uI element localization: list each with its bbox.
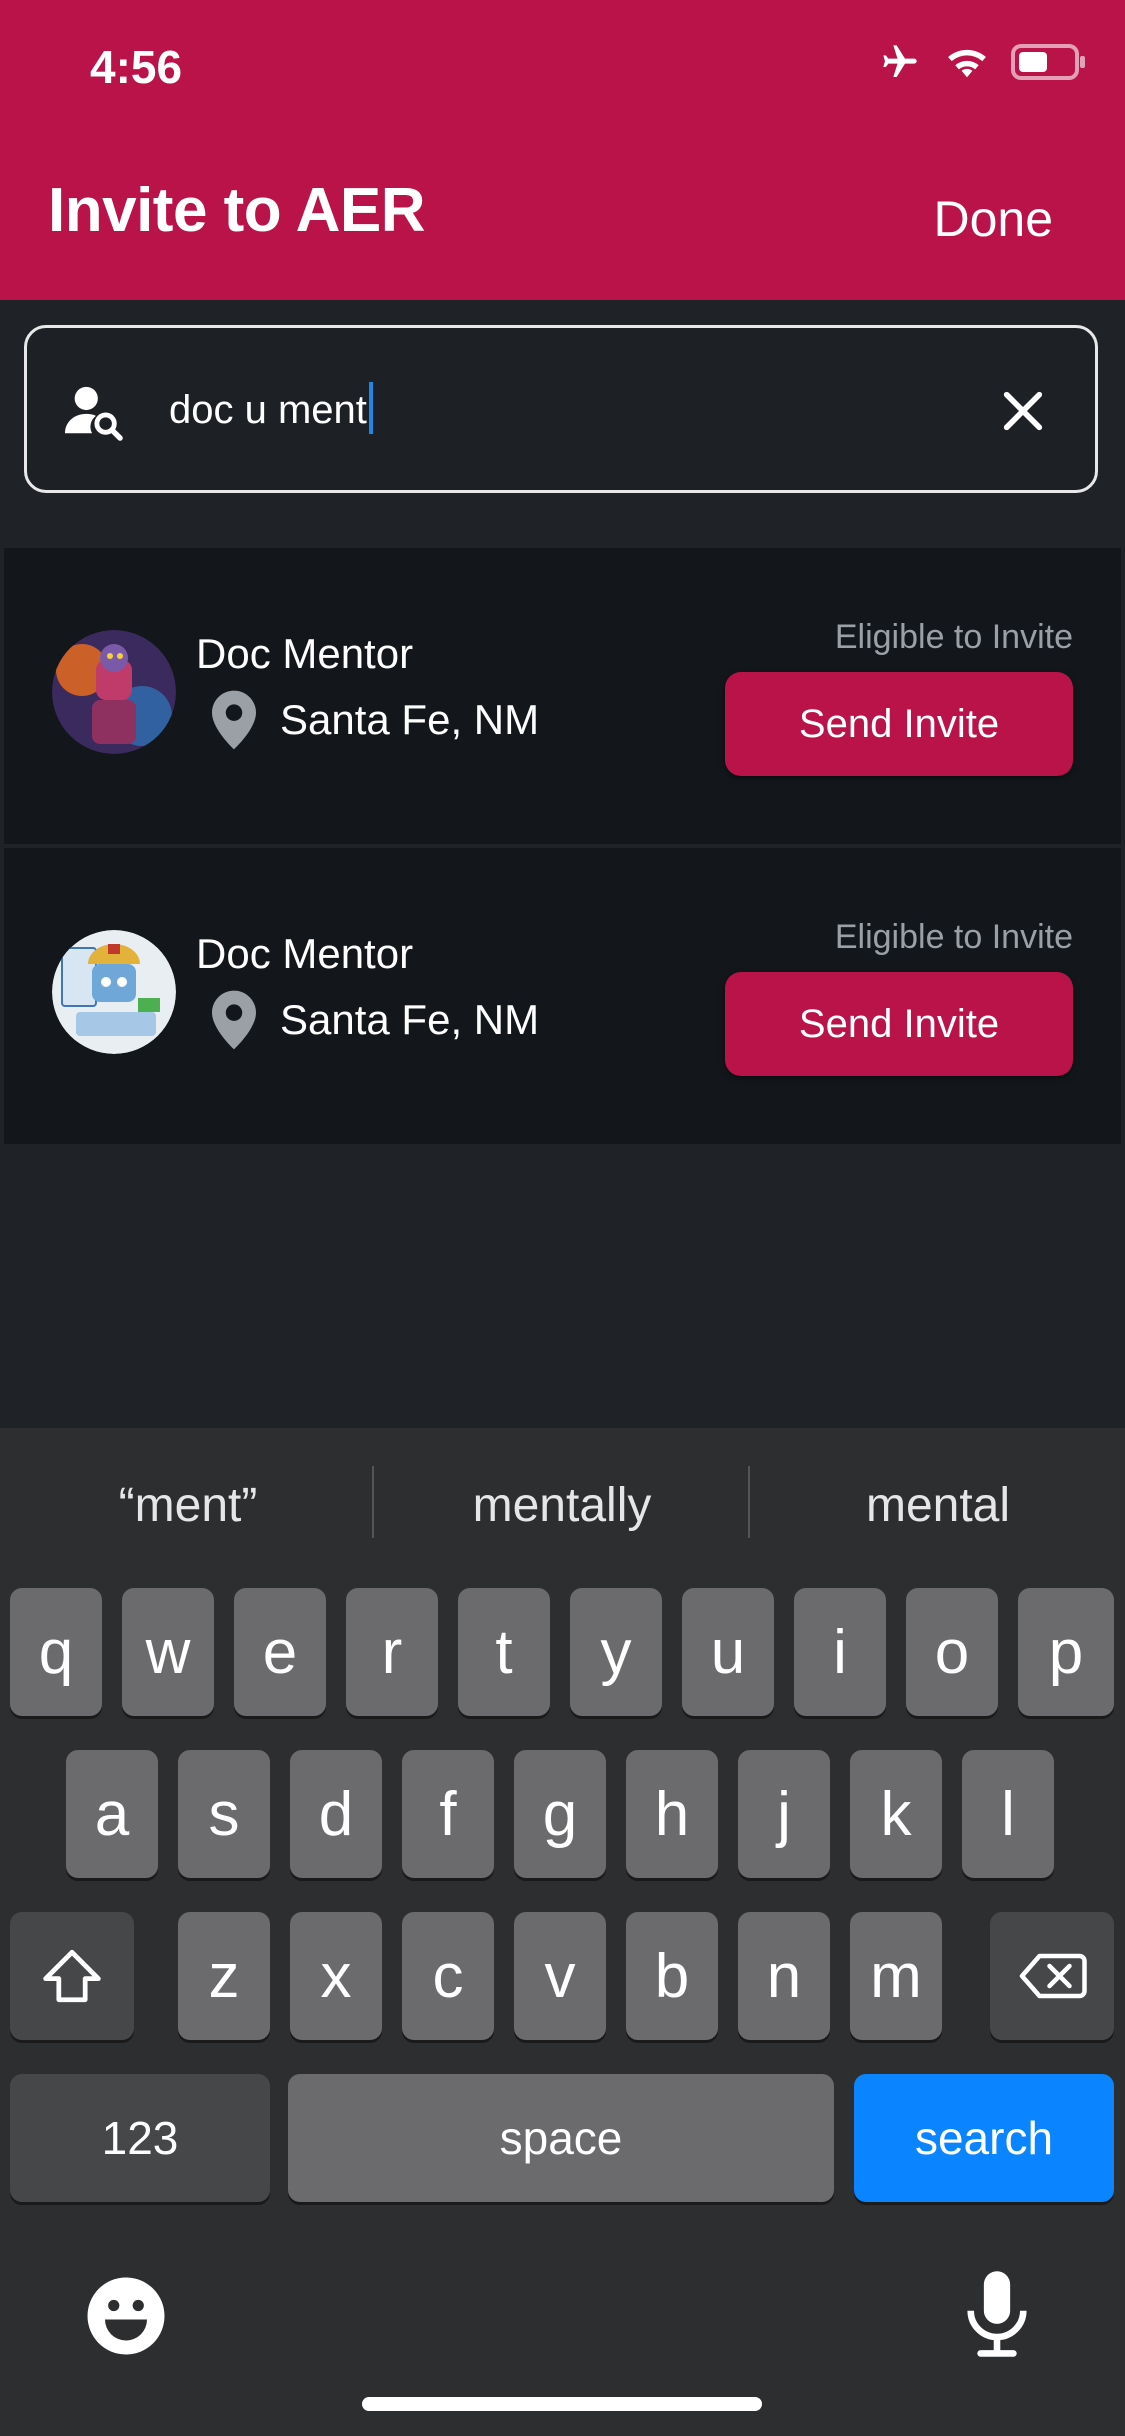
key-n[interactable]: n xyxy=(738,1912,830,2040)
key-f[interactable]: f xyxy=(402,1750,494,1878)
numbers-key[interactable]: 123 xyxy=(10,2074,270,2202)
search-value: doc u ment xyxy=(169,382,373,435)
suggestion-2[interactable]: mentally xyxy=(382,1478,742,1533)
key-k[interactable]: k xyxy=(850,1750,942,1878)
result-name: Doc Mentor xyxy=(196,930,414,977)
microphone-icon[interactable] xyxy=(962,2268,1032,2360)
list-item[interactable]: Doc Mentor Santa Fe, NM Eligible to Invi… xyxy=(4,548,1121,844)
wifi-icon xyxy=(948,49,986,78)
shift-icon xyxy=(43,1949,101,2003)
suggestion-3[interactable]: mental xyxy=(758,1478,1118,1533)
battery-icon xyxy=(1011,44,1085,80)
key-v[interactable]: v xyxy=(514,1912,606,2040)
location-pin-icon xyxy=(212,690,256,750)
emoji-icon[interactable] xyxy=(84,2274,168,2358)
key-s[interactable]: s xyxy=(178,1750,270,1878)
suggestion-divider xyxy=(372,1466,374,1538)
key-x[interactable]: x xyxy=(290,1912,382,2040)
space-key[interactable]: space xyxy=(288,2074,834,2202)
result-name: Doc Mentor xyxy=(196,630,414,677)
suggestion-1[interactable]: “ment” xyxy=(8,1478,368,1533)
status-time: 4:56 xyxy=(90,41,183,93)
text-caret xyxy=(368,382,373,435)
key-b[interactable]: b xyxy=(626,1912,718,2040)
key-t[interactable]: t xyxy=(458,1588,550,1716)
airplane-icon xyxy=(883,45,917,77)
key-w[interactable]: w xyxy=(122,1588,214,1716)
backspace-icon xyxy=(1019,1953,1087,1999)
eligibility-status: Eligible to Invite xyxy=(834,918,1073,956)
key-y[interactable]: y xyxy=(570,1588,662,1716)
key-e[interactable]: e xyxy=(234,1588,326,1716)
key-h[interactable]: h xyxy=(626,1750,718,1878)
key-i[interactable]: i xyxy=(794,1588,886,1716)
list-item[interactable]: Doc Mentor Santa Fe, NM Eligible to Invi… xyxy=(4,848,1121,1144)
home-indicator[interactable] xyxy=(362,2397,762,2411)
key-q[interactable]: q xyxy=(10,1588,102,1716)
result-location: Santa Fe, NM xyxy=(280,996,540,1043)
key-c[interactable]: c xyxy=(402,1912,494,2040)
shift-key[interactable] xyxy=(10,1912,134,2040)
key-o[interactable]: o xyxy=(906,1588,998,1716)
send-invite-button[interactable]: Send Invite xyxy=(725,972,1073,1076)
key-p[interactable]: p xyxy=(1018,1588,1114,1716)
eligibility-status: Eligible to Invite xyxy=(834,618,1073,656)
keyboard: “ment” mentally mental q w e r t y u i o… xyxy=(0,1428,1125,2436)
key-a[interactable]: a xyxy=(66,1750,158,1878)
key-g[interactable]: g xyxy=(514,1750,606,1878)
done-button[interactable]: Done xyxy=(933,190,1053,248)
backspace-key[interactable] xyxy=(990,1912,1114,2040)
suggestion-divider xyxy=(748,1466,750,1538)
key-m[interactable]: m xyxy=(850,1912,942,2040)
search-key[interactable]: search xyxy=(854,2074,1114,2202)
result-location: Santa Fe, NM xyxy=(280,696,540,743)
key-z[interactable]: z xyxy=(178,1912,270,2040)
key-l[interactable]: l xyxy=(962,1750,1054,1878)
key-j[interactable]: j xyxy=(738,1750,830,1878)
avatar xyxy=(52,630,176,754)
key-d[interactable]: d xyxy=(290,1750,382,1878)
avatar xyxy=(52,930,176,1054)
search-input[interactable]: doc u ment xyxy=(24,325,1098,493)
location-pin-icon xyxy=(212,990,256,1050)
key-r[interactable]: r xyxy=(346,1588,438,1716)
status-icons xyxy=(877,42,1087,82)
app-header: 4:56 Invite to AER Done xyxy=(0,0,1125,300)
page-title: Invite to AER xyxy=(48,176,426,245)
send-invite-button[interactable]: Send Invite xyxy=(725,672,1073,776)
user-search-icon xyxy=(65,386,123,441)
key-u[interactable]: u xyxy=(682,1588,774,1716)
search-value-text: doc u ment xyxy=(169,388,367,432)
close-icon[interactable] xyxy=(995,383,1051,439)
